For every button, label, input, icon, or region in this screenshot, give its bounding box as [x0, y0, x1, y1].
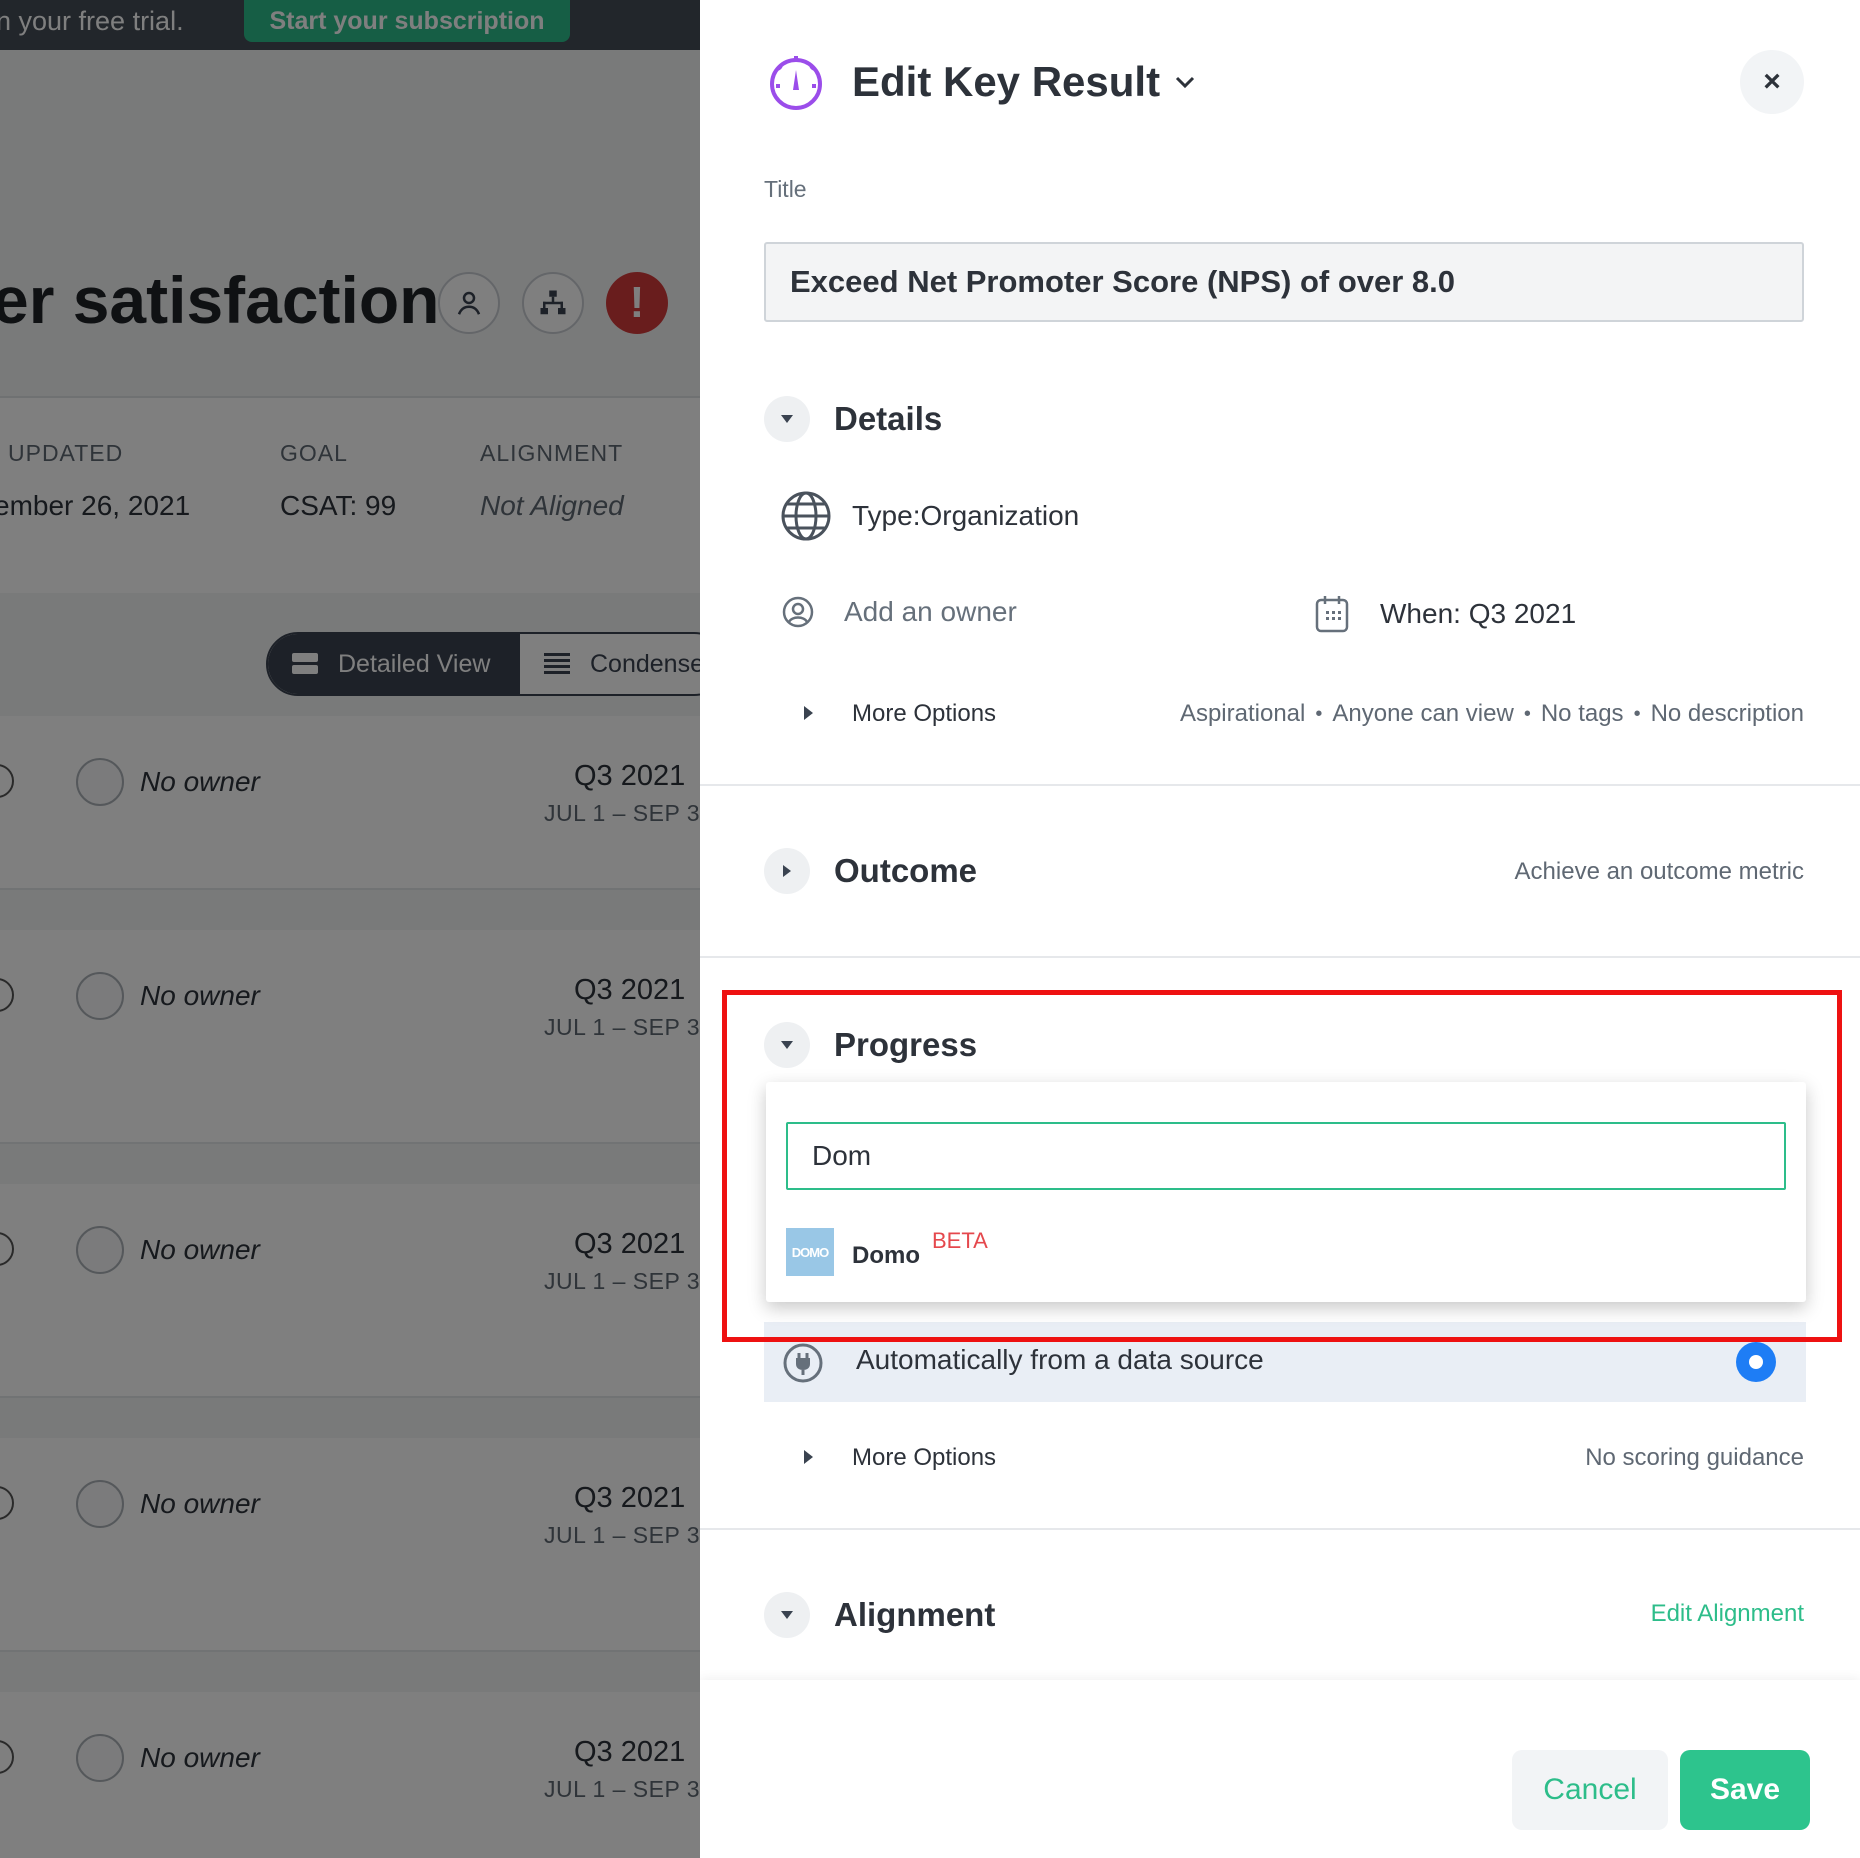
chevron-down-icon	[1176, 76, 1195, 89]
when-label: When:	[1380, 598, 1461, 629]
progress-heading: Progress	[834, 1026, 978, 1063]
details-toggle[interactable]	[764, 396, 810, 442]
separator-dot: •	[1633, 702, 1641, 725]
data-source-dropdown: DOMO Domo BETA	[766, 1082, 1806, 1302]
when-field[interactable]: When: Q3 2021	[1380, 598, 1576, 630]
outcome-hint[interactable]: Achieve an outcome metric	[1515, 858, 1804, 886]
divider	[700, 784, 1860, 786]
title-label: Title	[764, 176, 807, 202]
chevron-down-icon	[781, 1611, 793, 1619]
close-icon: ×	[1763, 65, 1781, 98]
divider	[700, 1528, 1860, 1530]
when-value: Q3 2021	[1468, 598, 1577, 629]
beta-badge: BETA	[932, 1228, 988, 1253]
domo-logo-icon: DOMO	[786, 1228, 834, 1276]
progress-summary: No scoring guidance	[1585, 1444, 1804, 1471]
caret-right-icon[interactable]	[804, 1450, 813, 1464]
cancel-button[interactable]: Cancel	[1512, 1750, 1668, 1830]
key-result-gauge-icon	[770, 56, 822, 110]
panel-title-text: Edit Key Result	[852, 58, 1161, 105]
auto-data-source-label: Automatically from a data source	[856, 1344, 1264, 1375]
title-field[interactable]: Exceed Net Promoter Score (NPS) of over …	[764, 242, 1804, 322]
separator-dot: •	[1315, 702, 1323, 725]
calendar-icon	[1315, 596, 1349, 633]
type-label: Type:	[852, 500, 921, 531]
edit-key-result-panel: Edit Key Result × Title Exceed Net Promo…	[700, 0, 1860, 1858]
modal-overlay[interactable]	[0, 0, 700, 1858]
details-more-options[interactable]: More Options	[852, 700, 996, 728]
type-field[interactable]: Type:Organization	[852, 500, 1079, 532]
outcome-heading: Outcome	[834, 852, 978, 889]
progress-toggle[interactable]	[764, 1022, 810, 1068]
progress-more-options[interactable]: More Options	[852, 1444, 996, 1472]
summary-item: No tags	[1540, 700, 1624, 727]
globe-icon	[781, 491, 831, 541]
data-source-name: Domo	[852, 1242, 920, 1269]
alignment-toggle[interactable]	[764, 1592, 810, 1638]
separator-dot: •	[1523, 702, 1531, 725]
edit-alignment-link[interactable]: Edit Alignment	[1651, 1600, 1804, 1628]
auto-data-source-option[interactable]: Automatically from a data source	[764, 1322, 1806, 1402]
divider	[700, 956, 1860, 958]
summary-item: No description	[1650, 700, 1804, 727]
close-button[interactable]: ×	[1740, 50, 1804, 114]
alignment-heading: Alignment	[834, 1596, 996, 1633]
add-owner-field[interactable]: Add an owner	[844, 596, 1017, 628]
details-heading: Details	[834, 400, 943, 437]
outcome-toggle[interactable]	[764, 848, 810, 894]
summary-item: Anyone can view	[1332, 700, 1514, 727]
chevron-down-icon	[781, 415, 793, 423]
panel-footer: Cancel Save	[700, 1680, 1860, 1858]
radio-selected[interactable]	[1736, 1342, 1776, 1382]
caret-right-icon[interactable]	[804, 706, 813, 720]
details-summary: Aspirational • Anyone can view • No tags…	[1180, 700, 1804, 728]
save-button[interactable]: Save	[1680, 1750, 1810, 1830]
user-circle-icon	[782, 596, 814, 628]
type-value: Organization	[920, 500, 1080, 531]
plug-icon	[783, 1343, 823, 1383]
data-source-search-input[interactable]	[786, 1122, 1786, 1190]
caret-right-icon	[783, 865, 791, 877]
panel-title[interactable]: Edit Key Result	[852, 58, 1196, 106]
chevron-down-icon	[781, 1041, 793, 1049]
summary-item: Aspirational	[1179, 700, 1306, 727]
